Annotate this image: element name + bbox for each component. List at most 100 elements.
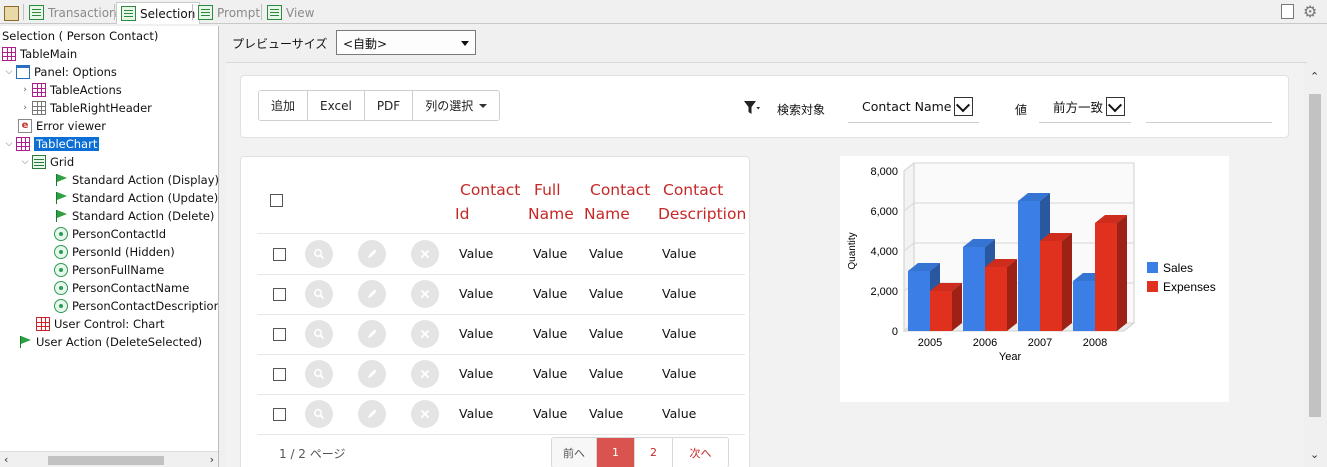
gear-icon[interactable]: ⚙ — [1303, 2, 1317, 21]
tree-item-label: PersonContactId — [72, 227, 167, 241]
row-checkbox[interactable] — [273, 248, 286, 261]
tree-item-personcontactdescription[interactable]: PersonContactDescription — [54, 297, 218, 315]
delete-button[interactable] — [411, 320, 439, 348]
column-header-contact-id[interactable]: Contact Id — [455, 178, 525, 226]
bar-sales-2008 — [1073, 281, 1095, 331]
search-field-select[interactable]: Contact Name — [848, 90, 979, 123]
page-info: 1 / 2 ページ — [279, 447, 346, 461]
delete-button[interactable] — [411, 400, 439, 428]
flag-icon — [54, 191, 68, 205]
tree-item-tableactions[interactable]: › TableActions — [20, 81, 122, 99]
tree-item-personcontactname[interactable]: PersonContactName — [54, 279, 189, 297]
tab-prompt[interactable]: Prompt — [194, 2, 264, 23]
pencil-icon — [368, 369, 377, 378]
tree-item-action-display[interactable]: Standard Action (Display) — [54, 171, 218, 189]
tree-item-personid[interactable]: PersonId (Hidden) — [54, 243, 175, 261]
pdf-button[interactable]: PDF — [364, 91, 414, 120]
row-checkbox[interactable] — [273, 288, 286, 301]
row-checkbox[interactable] — [273, 408, 286, 421]
tab-properties[interactable] — [4, 3, 19, 24]
preview-vertical-scrollbar[interactable]: ⌃ ⌄ — [1304, 64, 1326, 467]
column-header-full-name[interactable]: Full Name — [528, 178, 576, 226]
tree-horizontal-scrollbar[interactable]: ‹ › — [0, 451, 218, 467]
update-button[interactable] — [358, 320, 386, 348]
delete-button[interactable] — [411, 280, 439, 308]
chevron-down-icon[interactable]: ⌵ — [4, 67, 14, 77]
tree-item-action-delete[interactable]: Standard Action (Delete) — [54, 207, 214, 225]
tree-item-error-viewer[interactable]: e Error viewer — [18, 117, 106, 135]
tree-item-label: TableMain — [20, 47, 78, 61]
update-button[interactable] — [358, 360, 386, 388]
tree-item-tablechart[interactable]: ⌵ TableChart — [4, 135, 100, 153]
header-line: Full — [534, 181, 561, 199]
table-cell: Value — [662, 326, 697, 341]
match-mode-select[interactable]: 前方一致 — [1039, 90, 1131, 123]
close-icon — [420, 369, 430, 379]
tree-item-personcontactid[interactable]: PersonContactId — [54, 225, 166, 243]
tab-view[interactable]: View — [263, 2, 318, 23]
display-button[interactable] — [305, 280, 333, 308]
select-all-checkbox[interactable] — [270, 194, 283, 207]
tree-item-panel-options[interactable]: ⌵ Panel: Options — [4, 63, 117, 81]
excel-button[interactable]: Excel — [308, 91, 365, 120]
delete-button[interactable] — [411, 360, 439, 388]
display-button[interactable] — [305, 400, 333, 428]
app-window: Transaction Selection Prompt View ⚙ Sele… — [0, 0, 1327, 467]
scrollbar-thumb[interactable] — [1309, 94, 1321, 417]
tab-label: Transaction — [48, 5, 117, 20]
update-button[interactable] — [358, 400, 386, 428]
update-button[interactable] — [358, 240, 386, 268]
legend-swatch-expenses — [1147, 281, 1158, 292]
display-button[interactable] — [305, 320, 333, 348]
chevron-down-icon[interactable]: ⌵ — [20, 157, 30, 167]
scroll-right-icon[interactable]: › — [210, 453, 214, 466]
row-checkbox[interactable] — [273, 368, 286, 381]
tab-transaction[interactable]: Transaction — [25, 2, 121, 23]
bar-side-expenses-2007 — [1062, 233, 1072, 331]
prev-page-button[interactable]: 前へ — [552, 438, 597, 467]
select-columns-button[interactable]: 列の選択 — [413, 91, 500, 120]
tree-item-tablerightheader[interactable]: › TableRightHeader — [20, 99, 152, 117]
display-button[interactable] — [305, 240, 333, 268]
bar-expenses-2007 — [1040, 241, 1062, 331]
scrollbar-thumb[interactable] — [48, 456, 164, 465]
chevron-right-icon[interactable]: › — [20, 85, 30, 95]
value-input[interactable] — [1146, 90, 1272, 123]
scroll-up-icon[interactable]: ⌃ — [1310, 70, 1319, 83]
structure-tree: Selection ( Person Contact) TableMain ⌵ … — [0, 26, 219, 467]
tree-item-tablemain[interactable]: TableMain — [2, 45, 77, 63]
page-2-button[interactable]: 2 — [635, 438, 673, 467]
tree-item-action-update[interactable]: Standard Action (Update) — [54, 189, 218, 207]
next-page-button[interactable]: 次へ — [673, 438, 728, 467]
tree-root[interactable]: Selection ( Person Contact) — [2, 27, 158, 45]
view-icon — [267, 5, 282, 20]
table-cell: Value — [662, 246, 697, 261]
error-viewer-icon: e — [18, 119, 32, 133]
close-icon — [420, 289, 430, 299]
header-line: Contact — [663, 181, 724, 199]
page-1-button[interactable]: 1 — [597, 438, 635, 467]
value-label: 値 — [1015, 103, 1028, 117]
display-button[interactable] — [305, 360, 333, 388]
tree-item-personfullname[interactable]: PersonFullName — [54, 261, 164, 279]
scroll-down-icon[interactable]: ⌄ — [1310, 448, 1319, 461]
delete-button[interactable] — [411, 240, 439, 268]
column-header-contact-description[interactable]: Contact Description — [658, 178, 750, 226]
update-button[interactable] — [358, 280, 386, 308]
chevron-down-icon[interactable]: ⌵ — [4, 139, 14, 149]
preview-pane: プレビューサイズ <自動> 追加 Excel PDF 列の選択 検索対象 Con… — [222, 26, 1327, 467]
tree-item-user-action[interactable]: User Action (DeleteSelected) — [18, 333, 202, 351]
preview-size-select[interactable]: <自動> — [336, 30, 476, 55]
tab-selection[interactable]: Selection — [116, 2, 201, 24]
row-checkbox[interactable] — [273, 328, 286, 341]
add-button[interactable]: 追加 — [259, 91, 309, 120]
new-document-icon[interactable] — [1281, 4, 1294, 19]
tree-item-user-control-chart[interactable]: User Control: Chart — [36, 315, 165, 333]
column-header-contact-name[interactable]: Contact Name — [584, 178, 652, 226]
scroll-left-icon[interactable]: ‹ — [4, 453, 8, 466]
chevron-right-icon[interactable]: › — [20, 103, 30, 113]
tree-item-grid[interactable]: ⌵ Grid — [20, 153, 74, 171]
table-icon — [2, 47, 16, 61]
legend-swatch-sales — [1147, 262, 1158, 273]
filter-icon[interactable] — [743, 100, 761, 116]
